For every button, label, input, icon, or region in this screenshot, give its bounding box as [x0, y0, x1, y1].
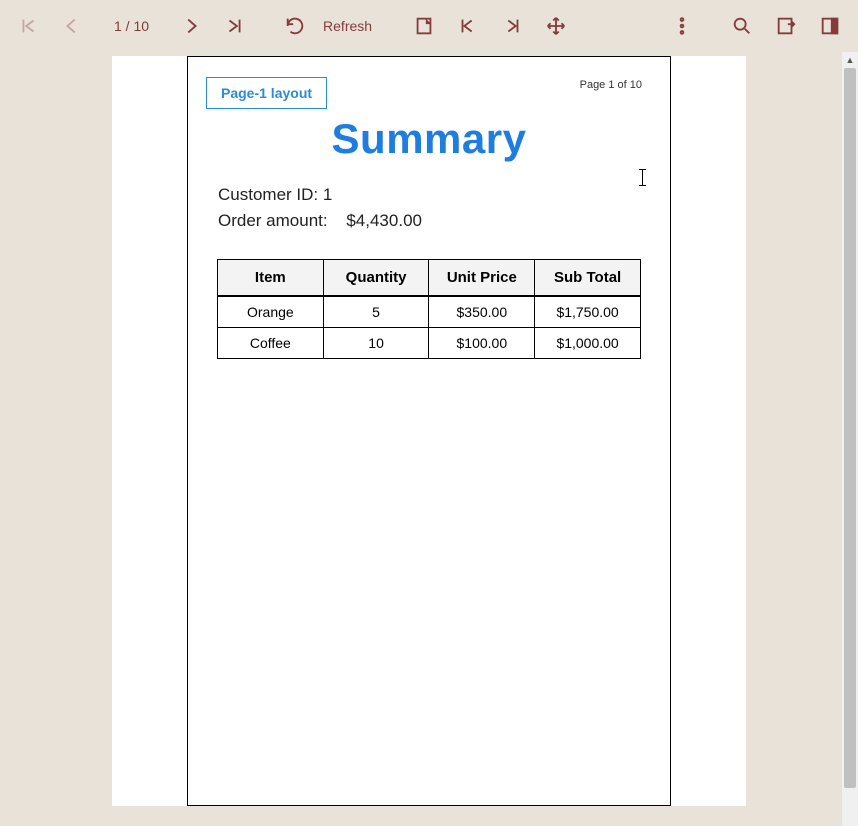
page-container: Page-1 layout Page 1 of 10 Summary Custo…: [112, 56, 746, 806]
move-button[interactable]: [536, 6, 576, 46]
customer-id-row: Customer ID: 1: [218, 185, 654, 205]
cell-item: Orange: [218, 296, 324, 328]
layout-tag[interactable]: Page-1 layout: [206, 77, 327, 109]
more-vertical-icon: [671, 15, 693, 37]
cell-sub: $1,000.00: [535, 328, 641, 359]
workspace: Page-1 layout Page 1 of 10 Summary Custo…: [0, 52, 858, 826]
table-row: Coffee 10 $100.00 $1,000.00: [218, 328, 641, 359]
order-amount-row: Order amount: $4,430.00: [218, 211, 654, 231]
step-back-button[interactable]: [448, 6, 488, 46]
customer-id-label: Customer ID: 1: [218, 185, 332, 205]
page-indicator: 1 / 10: [96, 18, 167, 34]
print-layout-button[interactable]: [404, 6, 444, 46]
toolbar: 1 / 10 Refresh: [0, 0, 858, 52]
refresh-icon: [284, 15, 306, 37]
report-title: Summary: [204, 115, 654, 163]
order-amount-label: Order amount:: [218, 211, 328, 231]
prev-page-button: [52, 6, 92, 46]
chevron-right-icon: [180, 15, 202, 37]
cell-qty: 10: [323, 328, 429, 359]
text-cursor: [642, 169, 643, 186]
search-icon: [731, 15, 753, 37]
export-icon: [775, 15, 797, 37]
search-button[interactable]: [722, 6, 762, 46]
side-panel-button[interactable]: [810, 6, 850, 46]
scroll-up-icon[interactable]: ▲: [842, 52, 858, 68]
cell-price: $350.00: [429, 296, 535, 328]
refresh-button[interactable]: [275, 6, 315, 46]
order-amount-value: $4,430.00: [346, 211, 422, 231]
cell-item: Coffee: [218, 328, 324, 359]
step-forward-icon: [501, 15, 523, 37]
page-layout-icon: [413, 15, 435, 37]
first-page-icon: [17, 15, 39, 37]
items-table: Item Quantity Unit Price Sub Total Orang…: [217, 259, 641, 359]
last-page-button[interactable]: [215, 6, 255, 46]
more-button[interactable]: [662, 6, 702, 46]
scroll-thumb[interactable]: [844, 68, 856, 788]
chevron-left-icon: [61, 15, 83, 37]
page-number-text: Page 1 of 10: [580, 79, 642, 91]
last-page-icon: [224, 15, 246, 37]
report-page: Page-1 layout Page 1 of 10 Summary Custo…: [187, 56, 671, 806]
col-unit-price: Unit Price: [429, 260, 535, 297]
table-header-row: Item Quantity Unit Price Sub Total: [218, 260, 641, 297]
vertical-scrollbar[interactable]: ▲: [842, 52, 858, 826]
step-back-icon: [457, 15, 479, 37]
table-row: Orange 5 $350.00 $1,750.00: [218, 296, 641, 328]
first-page-button: [8, 6, 48, 46]
refresh-label[interactable]: Refresh: [319, 18, 384, 34]
cell-price: $100.00: [429, 328, 535, 359]
cell-sub: $1,750.00: [535, 296, 641, 328]
col-quantity: Quantity: [323, 260, 429, 297]
cell-qty: 5: [323, 296, 429, 328]
next-page-button[interactable]: [171, 6, 211, 46]
col-sub-total: Sub Total: [535, 260, 641, 297]
move-icon: [545, 15, 567, 37]
export-button[interactable]: [766, 6, 806, 46]
side-panel-icon: [819, 15, 841, 37]
col-item: Item: [218, 260, 324, 297]
step-forward-button[interactable]: [492, 6, 532, 46]
